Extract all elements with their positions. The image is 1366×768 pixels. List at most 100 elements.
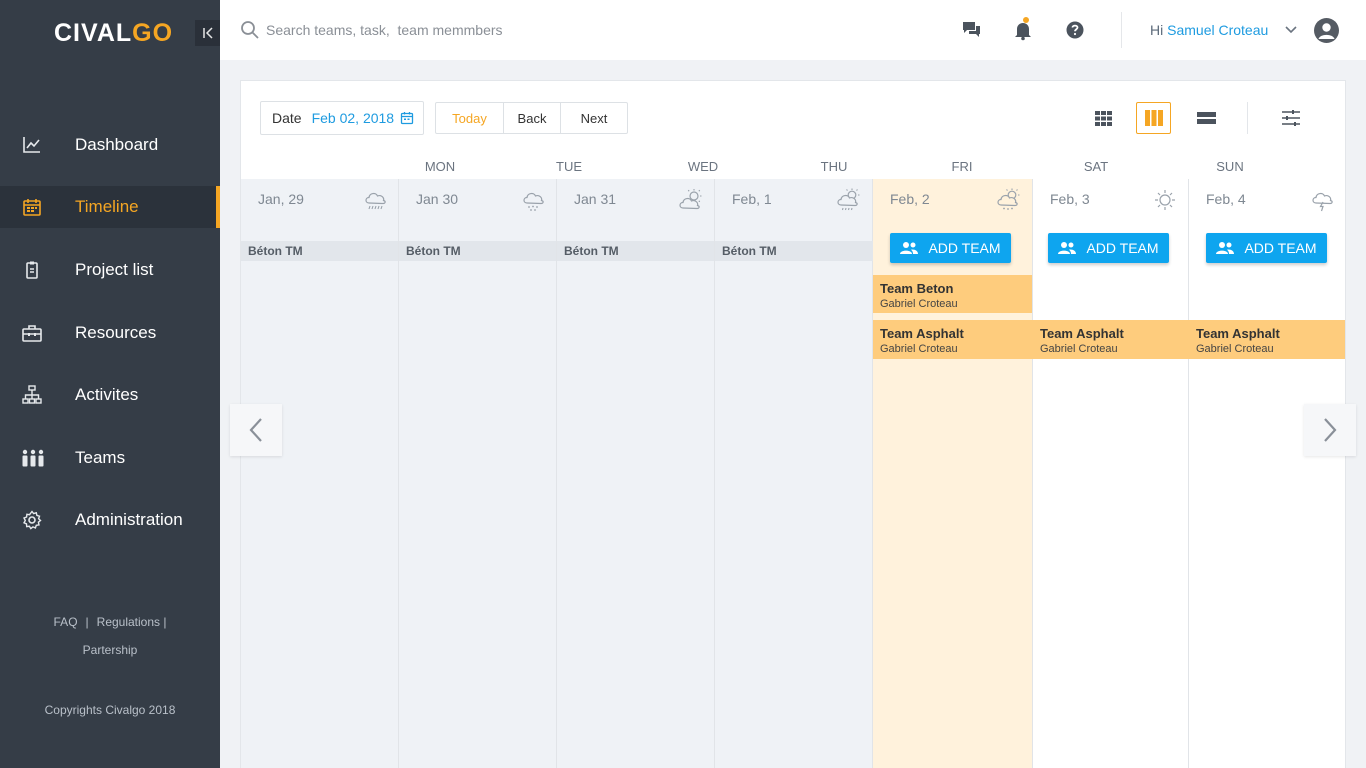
schedule-label[interactable]: Béton TM	[399, 241, 556, 261]
team-name: Team Asphalt	[880, 326, 964, 341]
search-icon	[240, 20, 260, 40]
sidebar-item-dashboard[interactable]: Dashboard	[0, 124, 220, 166]
date-picker[interactable]: Date Feb 02, 2018	[260, 101, 424, 135]
sidebar-item-label: Activites	[75, 385, 139, 404]
sidebar-item-teams[interactable]: Teams	[0, 437, 220, 479]
chat-icon[interactable]	[961, 19, 983, 41]
team-name: Team Asphalt	[1196, 326, 1280, 341]
sidebar-item-project-list[interactable]: Project list	[0, 249, 220, 291]
team-block-asphalt[interactable]: Team Asphalt Gabriel Croteau	[873, 320, 1033, 359]
calendar-icon	[400, 111, 414, 125]
civalgo-logo[interactable]: CIVALGO	[54, 19, 173, 48]
day-date: Feb, 4	[1206, 191, 1246, 207]
team-member: Gabriel Croteau	[880, 298, 958, 310]
chevron-right-icon	[1324, 418, 1337, 442]
column-view-button[interactable]	[1136, 102, 1171, 134]
avatar[interactable]	[1314, 18, 1339, 43]
add-team-button[interactable]: ADD TEAM	[890, 233, 1011, 263]
help-icon[interactable]	[1064, 19, 1086, 41]
sidebar-item-label: Project list	[75, 260, 154, 279]
search-input[interactable]	[266, 18, 766, 42]
day-date: Jan, 29	[258, 191, 304, 207]
day-date: Feb, 3	[1050, 191, 1090, 207]
add-team-button[interactable]: ADD TEAM	[1206, 233, 1327, 263]
next-week-button[interactable]	[1304, 404, 1356, 456]
weekday-header: MON	[424, 159, 456, 174]
chart-icon	[22, 135, 42, 155]
sliders-icon	[1281, 110, 1300, 126]
team-block-asphalt[interactable]: Team Asphalt Gabriel Croteau	[1033, 320, 1189, 359]
team-member: Gabriel Croteau	[1040, 343, 1118, 355]
team-block-asphalt[interactable]: Team Asphalt Gabriel Croteau	[1189, 320, 1345, 359]
group-icon	[1216, 242, 1235, 254]
weekday-header: TUE	[556, 159, 582, 174]
group-icon	[900, 242, 919, 254]
add-team-button[interactable]: ADD TEAM	[1048, 233, 1169, 263]
team-name: Team Asphalt	[1040, 326, 1124, 341]
day-date: Feb, 1	[732, 191, 772, 207]
chevron-down-icon[interactable]	[1284, 22, 1298, 36]
day-column[interactable]: Feb, 4 ADD TEAM	[1189, 179, 1345, 768]
team-block-beton[interactable]: Team Beton Gabriel Croteau	[873, 275, 1032, 313]
weekday-header: WED	[687, 159, 719, 174]
group-icon	[1058, 242, 1077, 254]
toolbox-icon	[22, 323, 42, 343]
sidebar-item-activites[interactable]: Activites	[0, 374, 220, 416]
bell-icon[interactable]	[1012, 19, 1034, 41]
day-column[interactable]: Jan 31 Béton TM	[557, 179, 715, 768]
faq-link[interactable]: FAQ	[50, 615, 82, 629]
day-date: Jan 30	[416, 191, 459, 207]
sidebar-item-timeline[interactable]: Timeline	[0, 186, 220, 228]
footer-links: FAQ | Regulations | Partership	[0, 608, 220, 664]
user-name: Samuel Croteau	[1167, 22, 1269, 38]
sidebar-item-resources[interactable]: Resources	[0, 312, 220, 354]
sidebar-item-administration[interactable]: Administration	[0, 499, 220, 541]
day-column[interactable]: Feb, 1 Béton TM	[715, 179, 873, 768]
chevron-left-icon	[249, 418, 262, 442]
people-icon	[21, 448, 45, 468]
timeline-grid: Jan, 29 Béton TM Jan 30 Béton TM Jan 31 …	[241, 179, 1345, 768]
sidebar-item-label: Teams	[75, 448, 126, 467]
collapse-sidebar-button[interactable]	[195, 20, 220, 46]
day-column[interactable]: Feb, 3 ADD TEAM	[1033, 179, 1189, 768]
day-column[interactable]: Jan 30 Béton TM	[399, 179, 557, 768]
back-button[interactable]: Back	[504, 103, 561, 133]
list-view-button[interactable]	[1189, 102, 1224, 134]
sun-rain-icon	[836, 187, 862, 213]
schedule-label[interactable]: Béton TM	[715, 241, 873, 261]
day-date: Jan 31	[574, 191, 617, 207]
previous-week-button[interactable]	[230, 404, 282, 456]
thunder-icon	[1309, 187, 1335, 213]
sidebar-item-label: Administration	[75, 510, 183, 529]
schedule-label[interactable]: Béton TM	[557, 241, 714, 261]
topbar-divider	[1121, 12, 1122, 48]
collapse-icon	[202, 27, 213, 39]
sidebar-item-label: Dashboard	[75, 135, 159, 154]
partnership-link[interactable]: Partership	[79, 643, 142, 657]
grid-icon	[1095, 110, 1112, 126]
team-member: Gabriel Croteau	[1196, 343, 1274, 355]
schedule-label[interactable]: Béton TM	[241, 241, 398, 261]
day-column-today[interactable]: Feb, 2 ADD TEAM	[873, 179, 1033, 768]
weekday-header: THU	[820, 159, 848, 174]
next-button[interactable]: Next	[561, 103, 627, 133]
columns-icon	[1144, 110, 1163, 126]
day-column[interactable]: Jan, 29 Béton TM	[241, 179, 399, 768]
rain-icon	[362, 187, 388, 213]
add-team-label: ADD TEAM	[1086, 240, 1159, 256]
topbar: Hi Samuel Croteau	[220, 0, 1366, 60]
team-member: Gabriel Croteau	[880, 343, 958, 355]
logo-accent: GO	[132, 19, 174, 47]
filter-settings-button[interactable]	[1273, 102, 1308, 134]
grid-view-button[interactable]	[1086, 102, 1121, 134]
sidebar-item-label: Resources	[75, 323, 157, 342]
today-button[interactable]: Today	[436, 103, 504, 133]
logo-text: CIVAL	[54, 19, 133, 47]
weekday-header: SAT	[1083, 159, 1109, 174]
regulations-link[interactable]: Regulations |	[93, 615, 171, 629]
partly-cloudy-icon	[678, 187, 704, 213]
clipboard-icon	[22, 260, 42, 280]
add-team-label: ADD TEAM	[1244, 240, 1317, 256]
user-greeting[interactable]: Hi Samuel Croteau	[1150, 22, 1268, 38]
hierarchy-icon	[22, 385, 42, 405]
